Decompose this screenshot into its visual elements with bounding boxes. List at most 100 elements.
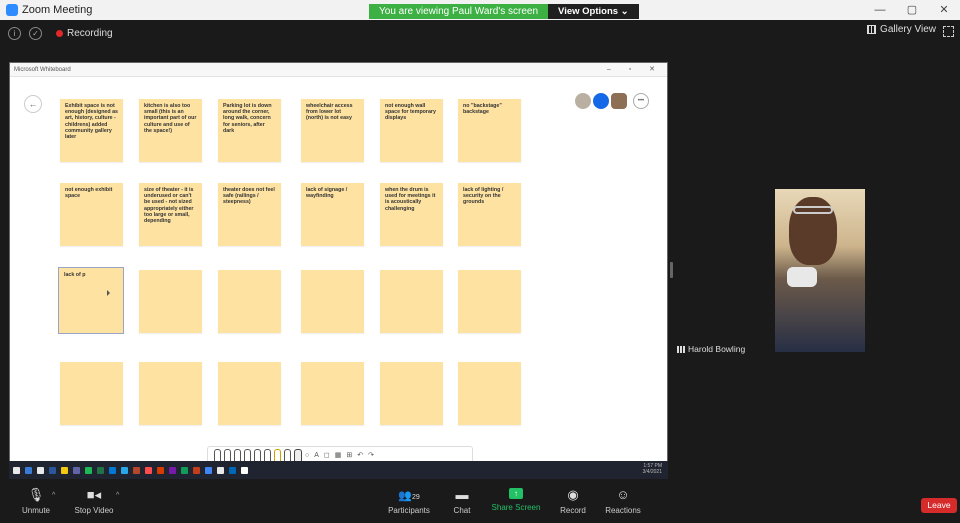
- taskbar-app-icon[interactable]: [49, 466, 56, 474]
- sticky-note[interactable]: not enough wall space for temporary disp…: [380, 99, 443, 162]
- window-title: Zoom Meeting: [22, 4, 93, 16]
- sticky-note[interactable]: [218, 362, 281, 425]
- taskbar-app-icon[interactable]: [193, 466, 200, 474]
- participants-icon: 👥29: [398, 490, 420, 502]
- sticky-note[interactable]: kitchen is also too small (this is an im…: [139, 99, 202, 162]
- screen-share-banner: You are viewing Paul Ward's screen View …: [369, 4, 639, 19]
- unmute-button[interactable]: 🎙 Unmute: [16, 488, 56, 516]
- taskbar-app-icon[interactable]: [37, 466, 44, 474]
- tray-date: 3/4/2021: [642, 469, 662, 475]
- maximize-button[interactable]: ▢: [896, 0, 928, 20]
- unmute-label: Unmute: [21, 506, 50, 515]
- sticky-note[interactable]: [139, 270, 202, 333]
- taskbar-app-icon[interactable]: [13, 466, 20, 474]
- taskbar-app-icon[interactable]: [97, 466, 104, 474]
- taskbar-app-icon[interactable]: [241, 466, 248, 474]
- taskbar-app-icon[interactable]: [109, 466, 116, 474]
- sticky-note[interactable]: [218, 270, 281, 333]
- collaborator-avatars: •••: [575, 93, 651, 109]
- share-screen-button[interactable]: ↑ Share Screen: [491, 488, 541, 512]
- participants-label: Participants: [388, 506, 430, 515]
- taskbar-app-icon[interactable]: [73, 466, 80, 474]
- participant-video[interactable]: [775, 189, 865, 352]
- shared-windows-taskbar: 1:57 PM 3/4/2021: [9, 461, 668, 479]
- participants-button[interactable]: 👥29 Participants: [385, 488, 433, 515]
- video-camera-icon: ■◂: [86, 487, 102, 502]
- panel-resize-handle[interactable]: [670, 262, 673, 278]
- taskbar-app-icon[interactable]: [121, 466, 128, 474]
- sticky-note[interactable]: [458, 362, 521, 425]
- record-icon: ◉: [567, 487, 579, 502]
- view-options-button[interactable]: View Options ⌄: [548, 4, 639, 19]
- sticky-note[interactable]: when the drum is used for meetings it is…: [380, 183, 443, 246]
- viewing-screen-message: You are viewing Paul Ward's screen: [369, 4, 549, 19]
- signal-bars-icon: [677, 345, 685, 353]
- avatar[interactable]: [593, 93, 609, 109]
- sticky-note[interactable]: [458, 270, 521, 333]
- meeting-info-icon[interactable]: i: [8, 26, 21, 40]
- gallery-view-button[interactable]: Gallery View: [867, 24, 936, 35]
- participants-count: 29: [411, 494, 420, 501]
- zoom-app-icon: [6, 4, 18, 16]
- whiteboard-title: Microsoft Whiteboard: [14, 67, 71, 73]
- sticky-note[interactable]: no "backstage" backstage: [458, 99, 521, 162]
- sticky-note[interactable]: lack of signage / wayfinding: [301, 183, 364, 246]
- sticky-note[interactable]: [301, 362, 364, 425]
- taskbar-app-icon[interactable]: [85, 466, 92, 474]
- window-controls: — ▢ ✕: [864, 0, 960, 20]
- leave-button[interactable]: Leave: [921, 498, 957, 513]
- record-label: Record: [560, 506, 586, 515]
- sticky-note[interactable]: wheelchair access from lower lot (north)…: [301, 99, 364, 162]
- sticky-note[interactable]: size of theater - it is underused or can…: [139, 183, 202, 246]
- sticky-note[interactable]: theater does not feel safe (railings / s…: [218, 183, 281, 246]
- sticky-note[interactable]: [60, 362, 123, 425]
- meeting-controls-bar: 🎙 Unmute ^ ■◂ Stop Video ^ 👥29 Participa…: [0, 485, 960, 523]
- taskbar-app-icon[interactable]: [205, 466, 212, 474]
- sticky-note[interactable]: Parking lot is down around the corner, l…: [218, 99, 281, 162]
- taskbar-app-icon[interactable]: [217, 466, 224, 474]
- close-button[interactable]: ✕: [928, 0, 960, 20]
- sticky-note[interactable]: lack of p: [57, 266, 125, 335]
- record-button[interactable]: ◉ Record: [556, 487, 590, 516]
- participant-name: Harold Bowling: [688, 344, 746, 354]
- avatar[interactable]: [611, 93, 627, 109]
- sticky-note[interactable]: not enough exhibit space: [60, 183, 123, 246]
- taskbar-app-icon[interactable]: [145, 466, 152, 474]
- meeting-top-bar: i ✓ Recording Gallery View: [0, 20, 960, 46]
- recording-indicator-icon: [56, 29, 63, 37]
- stop-video-button[interactable]: ■◂ Stop Video: [72, 487, 116, 516]
- sticky-note[interactable]: [301, 270, 364, 333]
- security-shield-icon[interactable]: ✓: [29, 26, 42, 40]
- audio-options-caret-icon[interactable]: ^: [52, 492, 55, 499]
- taskbar-app-icon[interactable]: [61, 466, 68, 474]
- reactions-button[interactable]: ☺ Reactions: [604, 488, 642, 516]
- taskbar-icons: [13, 466, 253, 474]
- sticky-note[interactable]: Exhibit space is not enough (designed as…: [60, 99, 123, 162]
- fullscreen-icon[interactable]: [943, 26, 954, 37]
- whiteboard-titlebar: Microsoft Whiteboard – ▫ ✕: [10, 63, 667, 77]
- taskbar-app-icon[interactable]: [157, 466, 164, 474]
- mouse-cursor-icon: [107, 290, 110, 296]
- taskbar-app-icon[interactable]: [25, 466, 32, 474]
- taskbar-app-icon[interactable]: [133, 466, 140, 474]
- reactions-label: Reactions: [605, 506, 641, 515]
- avatar[interactable]: [575, 93, 591, 109]
- taskbar-app-icon[interactable]: [181, 466, 188, 474]
- whiteboard-window-controls[interactable]: – ▫ ✕: [607, 63, 663, 77]
- more-collaborators-button[interactable]: •••: [633, 93, 649, 109]
- taskbar-app-icon[interactable]: [169, 466, 176, 474]
- sticky-note[interactable]: lack of lighting / security on the groun…: [458, 183, 521, 246]
- sticky-note[interactable]: [139, 362, 202, 425]
- stop-video-label: Stop Video: [74, 506, 114, 515]
- system-tray: 1:57 PM 3/4/2021: [643, 463, 662, 475]
- gallery-view-label: Gallery View: [880, 24, 936, 35]
- sticky-note[interactable]: [380, 270, 443, 333]
- video-options-caret-icon[interactable]: ^: [116, 492, 119, 499]
- taskbar-app-icon[interactable]: [229, 466, 236, 474]
- chat-button[interactable]: ▬ Chat: [448, 488, 476, 516]
- minimize-button[interactable]: —: [864, 0, 896, 20]
- share-screen-label: Share Screen: [491, 503, 541, 512]
- share-screen-icon: ↑: [509, 488, 523, 499]
- back-arrow-icon[interactable]: ←: [24, 95, 42, 113]
- sticky-note[interactable]: [380, 362, 443, 425]
